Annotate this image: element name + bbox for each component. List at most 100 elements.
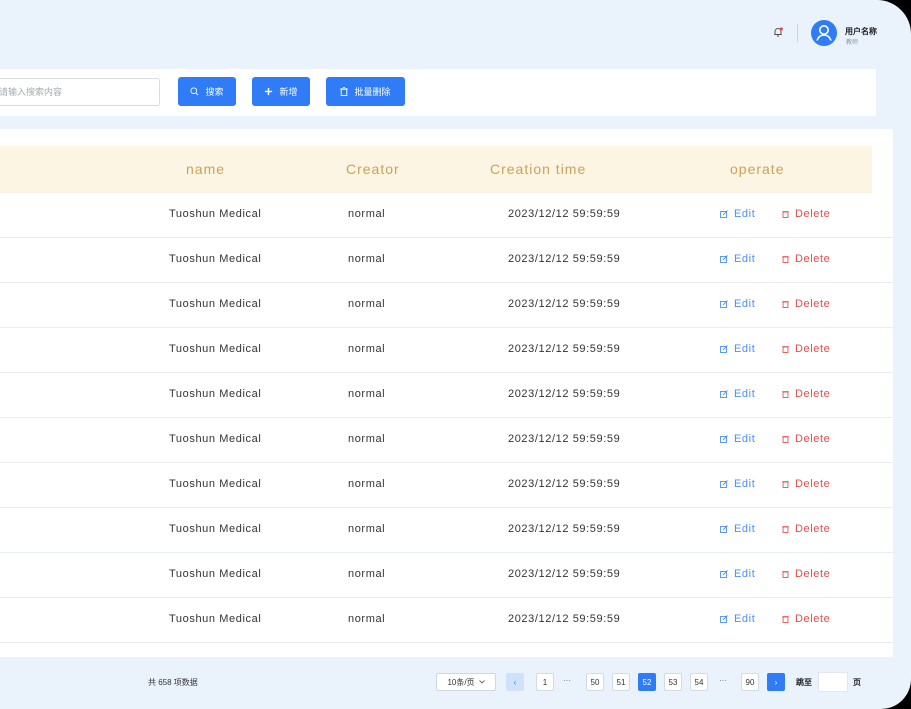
cell-name: Tuoshun Medical xyxy=(169,298,262,310)
trash-icon xyxy=(782,616,789,623)
page-size-select[interactable]: 10条/页 xyxy=(436,673,496,691)
table-panel: name Creator Creation time operate Tuosh… xyxy=(0,129,893,657)
top-header: 用户名称 教师 xyxy=(0,0,911,68)
edit-button[interactable]: Edit xyxy=(720,433,755,445)
cell-creator: normal xyxy=(348,208,386,220)
page-ellipsis[interactable]: ··· xyxy=(563,676,571,685)
page-button-51[interactable]: 51 xyxy=(612,673,630,691)
edit-icon xyxy=(720,480,728,488)
table-row: Tuoshun Medical normal 2023/12/12 59:59:… xyxy=(0,418,893,463)
cell-creation-time: 2023/12/12 59:59:59 xyxy=(508,523,621,535)
toolbar: 搜索 新增 批量删除 xyxy=(0,69,876,116)
edit-button[interactable]: Edit xyxy=(720,208,755,220)
edit-button[interactable]: Edit xyxy=(720,298,755,310)
page-button-50[interactable]: 50 xyxy=(586,673,604,691)
table-row: Tuoshun Medical normal 2023/12/12 59:59:… xyxy=(0,598,893,643)
delete-label: Delete xyxy=(795,388,831,400)
next-page-button[interactable]: › xyxy=(767,673,785,691)
add-button[interactable]: 新增 xyxy=(252,77,310,106)
cell-creation-time: 2023/12/12 59:59:59 xyxy=(508,343,621,355)
page-number: 54 xyxy=(694,677,704,687)
delete-button[interactable]: Delete xyxy=(782,478,830,490)
app-screen: 用户名称 教师 搜索 新增 批量删除 xyxy=(0,0,911,709)
edit-button[interactable]: Edit xyxy=(720,478,755,490)
pagination-bar: 共 658 项数据 10条/页 ‹ 1 ··· 50 51 52 53 54 ·… xyxy=(0,657,893,709)
delete-button[interactable]: Delete xyxy=(782,298,830,310)
delete-button[interactable]: Delete xyxy=(782,253,830,265)
search-button[interactable]: 搜索 xyxy=(178,77,236,106)
edit-button[interactable]: Edit xyxy=(720,523,755,535)
trash-icon xyxy=(782,391,789,398)
edit-icon xyxy=(720,300,728,308)
column-header-creator[interactable]: Creator xyxy=(346,161,400,177)
user-role: 教师 xyxy=(846,40,859,46)
batch-delete-button[interactable]: 批量删除 xyxy=(326,77,405,106)
search-button-label: 搜索 xyxy=(205,87,224,97)
edit-button[interactable]: Edit xyxy=(720,388,755,400)
cell-creator: normal xyxy=(348,433,386,445)
edit-icon xyxy=(720,255,728,263)
column-header-creation-time[interactable]: Creation time xyxy=(490,161,586,177)
search-input[interactable] xyxy=(0,79,149,105)
edit-label: Edit xyxy=(734,298,756,310)
edit-button[interactable]: Edit xyxy=(720,568,755,580)
notification-bell-icon[interactable] xyxy=(770,24,786,40)
trash-icon xyxy=(782,256,789,263)
edit-label: Edit xyxy=(734,613,756,625)
cell-creator: normal xyxy=(348,388,386,400)
page-button-1[interactable]: 1 xyxy=(536,673,554,691)
delete-label: Delete xyxy=(795,253,831,265)
prev-page-button[interactable]: ‹ xyxy=(506,673,524,691)
trash-icon xyxy=(782,301,789,308)
edit-label: Edit xyxy=(734,253,756,265)
cell-creator: normal xyxy=(348,298,386,310)
cell-creation-time: 2023/12/12 59:59:59 xyxy=(508,568,621,580)
column-header-name[interactable]: name xyxy=(186,161,225,177)
table-row: Tuoshun Medical normal 2023/12/12 59:59:… xyxy=(0,373,893,418)
chevron-down-icon xyxy=(478,680,485,684)
delete-label: Delete xyxy=(795,568,831,580)
edit-label: Edit xyxy=(734,568,756,580)
page-button-53[interactable]: 53 xyxy=(664,673,682,691)
page-button-54[interactable]: 54 xyxy=(690,673,708,691)
cell-creator: normal xyxy=(348,613,386,625)
chevron-left-icon: ‹ xyxy=(513,677,517,687)
page-button-90[interactable]: 90 xyxy=(741,673,759,691)
search-icon xyxy=(190,87,199,96)
delete-button[interactable]: Delete xyxy=(782,523,830,535)
edit-button[interactable]: Edit xyxy=(720,343,755,355)
edit-button[interactable]: Edit xyxy=(720,613,755,625)
cell-creator: normal xyxy=(348,478,386,490)
cell-name: Tuoshun Medical xyxy=(169,568,262,580)
delete-button[interactable]: Delete xyxy=(782,388,830,400)
delete-button[interactable]: Delete xyxy=(782,433,830,445)
user-name: 用户名称 xyxy=(845,27,877,36)
jump-page-input[interactable] xyxy=(818,672,848,692)
delete-button[interactable]: Delete xyxy=(782,208,830,220)
edit-label: Edit xyxy=(734,388,756,400)
edit-icon xyxy=(720,345,728,353)
delete-button[interactable]: Delete xyxy=(782,343,830,355)
cell-creator: normal xyxy=(348,253,386,265)
page-button-52[interactable]: 52 xyxy=(638,673,656,691)
trash-icon xyxy=(782,436,789,443)
page-ellipsis[interactable]: ··· xyxy=(719,676,727,685)
cell-name: Tuoshun Medical xyxy=(169,343,262,355)
jump-unit: 页 xyxy=(853,678,861,687)
cell-creation-time: 2023/12/12 59:59:59 xyxy=(508,388,621,400)
table-row: Tuoshun Medical normal 2023/12/12 59:59:… xyxy=(0,238,893,283)
edit-icon xyxy=(720,570,728,578)
plus-icon xyxy=(265,87,273,96)
table-row: Tuoshun Medical normal 2023/12/12 59:59:… xyxy=(0,193,893,238)
cell-name: Tuoshun Medical xyxy=(169,388,262,400)
cell-name: Tuoshun Medical xyxy=(169,433,262,445)
delete-label: Delete xyxy=(795,433,831,445)
delete-button[interactable]: Delete xyxy=(782,613,830,625)
delete-label: Delete xyxy=(795,343,831,355)
column-header-operate: operate xyxy=(730,161,785,177)
avatar[interactable] xyxy=(811,20,837,46)
edit-icon xyxy=(720,525,728,533)
delete-button[interactable]: Delete xyxy=(782,568,830,580)
edit-button[interactable]: Edit xyxy=(720,253,755,265)
page-number: 52 xyxy=(642,677,652,687)
